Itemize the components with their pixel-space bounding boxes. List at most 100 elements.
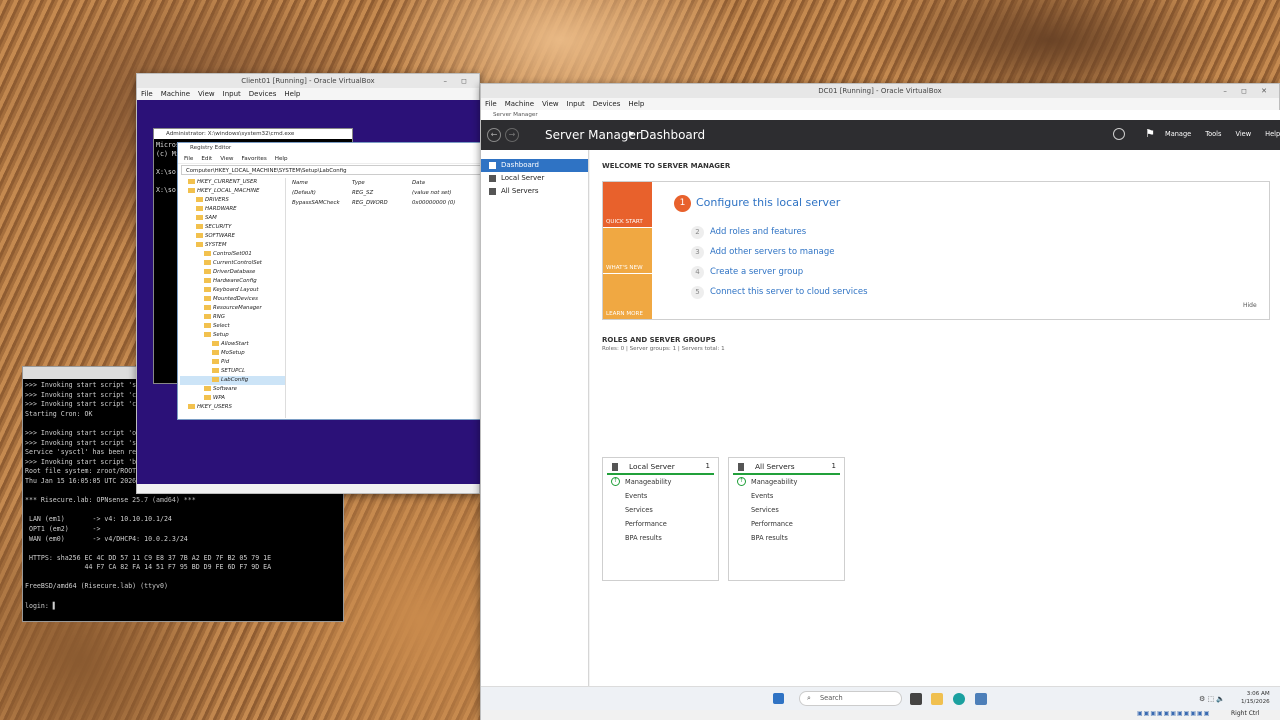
sm-header-menu-item[interactable]: View xyxy=(1235,130,1251,138)
sm-window-titlebar[interactable]: Server Manager xyxy=(481,110,1280,120)
card-item[interactable]: Events xyxy=(603,489,718,503)
sm-header-menu-item[interactable]: Tools xyxy=(1205,130,1221,138)
learn-more-tile[interactable]: LEARN MORE xyxy=(603,274,652,319)
regedit-tree-item[interactable]: HKEY_CURRENT_USER xyxy=(180,178,285,187)
vbox-menu-item[interactable]: View xyxy=(542,98,559,110)
hide-link[interactable]: Hide xyxy=(1243,302,1257,309)
vbox-menu-item[interactable]: Input xyxy=(567,98,585,110)
regedit-tree-item[interactable]: Setup xyxy=(180,331,285,340)
refresh-icon[interactable] xyxy=(1113,128,1125,140)
vbox-menu-item[interactable]: Help xyxy=(628,98,644,110)
client01-vbox-window[interactable]: Client01 [Running] - Oracle VirtualBox –… xyxy=(136,73,487,494)
registry-value-row[interactable]: (Default) REG_SZ (value not set) xyxy=(292,188,482,198)
card-item[interactable]: Services xyxy=(729,503,844,517)
card-header[interactable]: Local Server 1 xyxy=(607,458,714,475)
back-arrow-icon[interactable]: ← xyxy=(487,128,501,142)
forward-arrow-icon[interactable]: → xyxy=(505,128,519,142)
nav-item-all-servers[interactable]: All Servers xyxy=(481,185,588,198)
regedit-tree[interactable]: HKEY_CURRENT_USER HKEY_LOCAL_MACHINE DRIVE… xyxy=(180,178,286,418)
client01-titlebar[interactable]: Client01 [Running] - Oracle VirtualBox –… xyxy=(137,74,479,88)
dc01-titlebar[interactable]: DC01 [Running] - Oracle VirtualBox – ◻ ✕ xyxy=(481,84,1279,98)
server-group-card[interactable]: All Servers 1 ↑ Manageability Events Services… xyxy=(728,457,845,581)
whats-new-tile[interactable]: WHAT'S NEW xyxy=(603,228,652,273)
taskbar-search-box[interactable]: ⌕ Search xyxy=(799,691,902,706)
regedit-menu-item[interactable]: Edit xyxy=(201,154,212,163)
task-view-icon[interactable] xyxy=(910,693,922,705)
dc01-vbox-window[interactable]: DC01 [Running] - Oracle VirtualBox – ◻ ✕… xyxy=(480,83,1280,720)
client01-vm-screen[interactable]: Administrator: X:\windows\system32\cmd.e… xyxy=(137,100,487,484)
sm-header-menu-item[interactable]: Help xyxy=(1265,130,1280,138)
regedit-menu-item[interactable]: View xyxy=(220,154,233,163)
connect-cloud-services-link[interactable]: Connect this server to cloud services xyxy=(710,287,868,297)
breadcrumb-app[interactable]: Server Manager xyxy=(545,128,641,142)
regedit-tree-item[interactable]: MountedDevices xyxy=(180,295,285,304)
registry-editor-window[interactable]: Registry Editor File Edit View Favorites Hel… xyxy=(177,142,487,420)
nav-item-local-server[interactable]: Local Server xyxy=(481,172,588,185)
regedit-tree-item[interactable]: HKEY_USERS xyxy=(180,403,285,412)
regedit-tree-item[interactable]: Select xyxy=(180,322,285,331)
nav-item-dashboard[interactable]: Dashboard xyxy=(481,159,588,172)
regedit-tree-item[interactable]: DRIVERS xyxy=(180,196,285,205)
regedit-tree-item[interactable]: SECURITY xyxy=(180,223,285,232)
regedit-menu-item[interactable]: Favorites xyxy=(242,154,267,163)
regedit-tree-item[interactable]: CurrentControlSet xyxy=(180,259,285,268)
regedit-tree-item[interactable]: LabConfig xyxy=(180,376,285,385)
window-controls[interactable]: – ◻ ✕ xyxy=(1223,84,1273,98)
regedit-tree-item[interactable]: HardwareConfig xyxy=(180,277,285,286)
col-data[interactable]: Data xyxy=(412,178,482,188)
regedit-tree-item[interactable]: ControlSet001 xyxy=(180,250,285,259)
vbox-menu-item[interactable]: View xyxy=(198,88,215,100)
regedit-tree-item[interactable]: Software xyxy=(180,385,285,394)
quick-start-tile[interactable]: QUICK START xyxy=(603,182,652,227)
system-tray-icons[interactable]: ⚙ ⬚ 🔈 xyxy=(1199,695,1225,703)
configure-local-server-link[interactable]: Configure this local server xyxy=(696,196,840,209)
regedit-menu-item[interactable]: File xyxy=(184,154,193,163)
card-item[interactable]: BPA results xyxy=(729,531,844,545)
server-manager-taskbar-icon[interactable] xyxy=(975,693,987,705)
regedit-address-bar[interactable]: Computer\HKEY_LOCAL_MACHINE\SYSTEM\Setup… xyxy=(181,165,483,175)
regedit-tree-item[interactable]: SOFTWARE xyxy=(180,232,285,241)
regedit-tree-item[interactable]: DriverDatabase xyxy=(180,268,285,277)
regedit-tree-item[interactable]: HARDWARE xyxy=(180,205,285,214)
regedit-tree-item[interactable]: Pid xyxy=(180,358,285,367)
regedit-tree-item[interactable]: MoSetup xyxy=(180,349,285,358)
windows-start-icon[interactable] xyxy=(773,693,784,704)
window-controls[interactable]: – ◻ xyxy=(443,74,473,88)
taskbar-clock[interactable]: 3:06 AM 1/15/2026 xyxy=(1241,690,1270,706)
card-item[interactable]: Services xyxy=(603,503,718,517)
server-group-card[interactable]: Local Server 1 ↑ Manageability Events Service… xyxy=(602,457,719,581)
vbox-menu-item[interactable]: Devices xyxy=(249,88,277,100)
card-item[interactable]: Events xyxy=(729,489,844,503)
notifications-flag-icon[interactable]: ⚑ xyxy=(1145,127,1155,140)
regedit-tree-item[interactable]: SYSTEM xyxy=(180,241,285,250)
card-item[interactable]: Performance xyxy=(729,517,844,531)
regedit-tree-item[interactable]: HKEY_LOCAL_MACHINE xyxy=(180,187,285,196)
vbox-menu-item[interactable]: Machine xyxy=(505,98,534,110)
vbox-menu-item[interactable]: Input xyxy=(223,88,241,100)
card-item[interactable]: ↑ Manageability xyxy=(603,475,718,489)
card-item[interactable]: Performance xyxy=(603,517,718,531)
vbox-status-icons[interactable]: ▣▣▣▣▣▣▣▣▣▣▣ xyxy=(1137,710,1210,717)
card-item[interactable]: ↑ Manageability xyxy=(729,475,844,489)
vbox-menu-item[interactable]: File xyxy=(141,88,153,100)
col-name[interactable]: Name xyxy=(292,178,352,188)
regedit-menu-item[interactable]: Help xyxy=(275,154,288,163)
vbox-menu-item[interactable]: File xyxy=(485,98,497,110)
regedit-tree-item[interactable]: Keyboard Layout xyxy=(180,286,285,295)
edge-browser-icon[interactable] xyxy=(953,693,965,705)
file-explorer-icon[interactable] xyxy=(931,693,943,705)
regedit-tree-item[interactable]: ResourceManager xyxy=(180,304,285,313)
create-server-group-link[interactable]: Create a server group xyxy=(710,267,803,277)
regedit-tree-item[interactable]: AllowStart xyxy=(180,340,285,349)
sm-header-menu-item[interactable]: Manage xyxy=(1165,130,1191,138)
regedit-tree-item[interactable]: WPA xyxy=(180,394,285,403)
add-other-servers-link[interactable]: Add other servers to manage xyxy=(710,247,835,257)
regedit-values-pane[interactable]: Name Type Data (Default) REG_SZ (value not… xyxy=(292,178,482,208)
regedit-tree-item[interactable]: SAM xyxy=(180,214,285,223)
vbox-menu-item[interactable]: Machine xyxy=(161,88,190,100)
regedit-tree-item[interactable]: RNG xyxy=(180,313,285,322)
card-header[interactable]: All Servers 1 xyxy=(733,458,840,475)
regedit-tree-item[interactable]: SETUPCL xyxy=(180,367,285,376)
registry-value-row[interactable]: BypassSAMCheck REG_DWORD 0x00000000 (0) xyxy=(292,198,482,208)
vbox-menu-item[interactable]: Devices xyxy=(593,98,621,110)
